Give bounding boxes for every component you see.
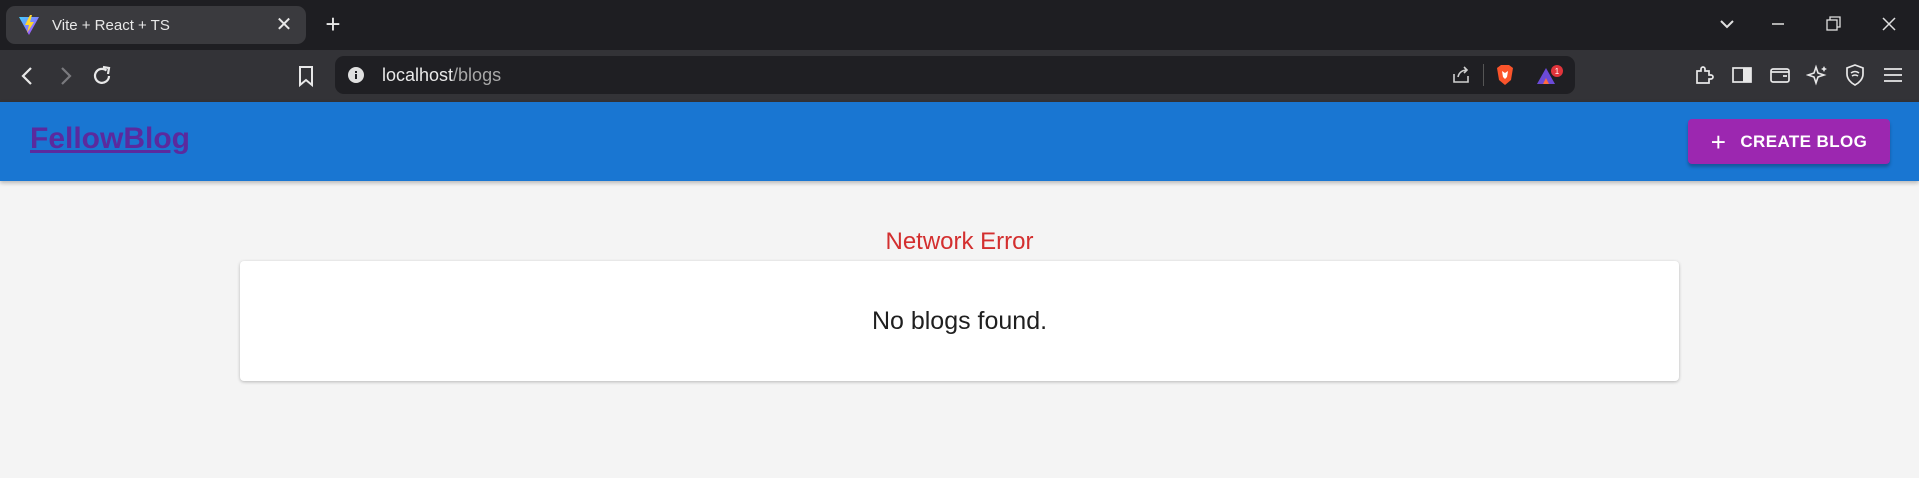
blog-list-card: No blogs found.: [240, 261, 1679, 381]
tab-close-icon[interactable]: ✕: [274, 15, 294, 35]
menu-icon[interactable]: [1881, 63, 1905, 87]
close-window-icon[interactable]: [1879, 14, 1899, 34]
app-header: FellowBlog + CREATE BLOG: [0, 102, 1919, 181]
brave-shields-icon[interactable]: [1494, 64, 1516, 86]
browser-tab-bar: Vite + React + TS ✕ +: [0, 0, 1919, 50]
sidebar-icon[interactable]: [1730, 63, 1754, 87]
address-bar[interactable]: localhost/blogs 1: [335, 56, 1575, 94]
site-info-icon[interactable]: [347, 66, 365, 84]
vite-favicon-icon: [19, 15, 39, 35]
vpn-shield-icon[interactable]: [1843, 63, 1867, 87]
leo-ai-icon[interactable]: [1806, 63, 1830, 87]
restore-icon[interactable]: [1823, 14, 1843, 34]
url-host: localhost: [382, 65, 454, 85]
browser-tab[interactable]: Vite + React + TS ✕: [6, 6, 306, 44]
tab-search-chevron-icon[interactable]: [1717, 14, 1737, 34]
reload-icon[interactable]: [89, 63, 115, 89]
create-blog-button[interactable]: + CREATE BLOG: [1688, 119, 1890, 164]
empty-state-message: No blogs found.: [871, 306, 1048, 335]
extensions-icon[interactable]: [1692, 63, 1716, 87]
minimize-icon[interactable]: [1768, 14, 1788, 34]
notification-badge: 1: [1555, 67, 1560, 76]
forward-icon[interactable]: [52, 63, 78, 89]
wallet-icon[interactable]: [1768, 63, 1792, 87]
url-path: /blogs: [453, 65, 502, 85]
create-blog-label: CREATE BLOG: [1740, 131, 1868, 151]
error-message: Network Error: [885, 228, 1034, 255]
browser-toolbar: localhost/blogs 1: [0, 50, 1919, 102]
tab-title: Vite + React + TS: [52, 16, 170, 34]
url-text: localhost/blogs: [382, 65, 501, 86]
bookmark-icon[interactable]: [293, 63, 319, 89]
plus-icon: +: [1710, 126, 1727, 157]
address-bar-divider: [1483, 64, 1484, 86]
brave-rewards-icon[interactable]: 1: [1535, 64, 1565, 88]
new-tab-icon[interactable]: +: [320, 11, 346, 37]
share-icon[interactable]: [1450, 64, 1472, 86]
brand-link[interactable]: FellowBlog: [30, 122, 190, 156]
back-icon[interactable]: [15, 63, 41, 89]
